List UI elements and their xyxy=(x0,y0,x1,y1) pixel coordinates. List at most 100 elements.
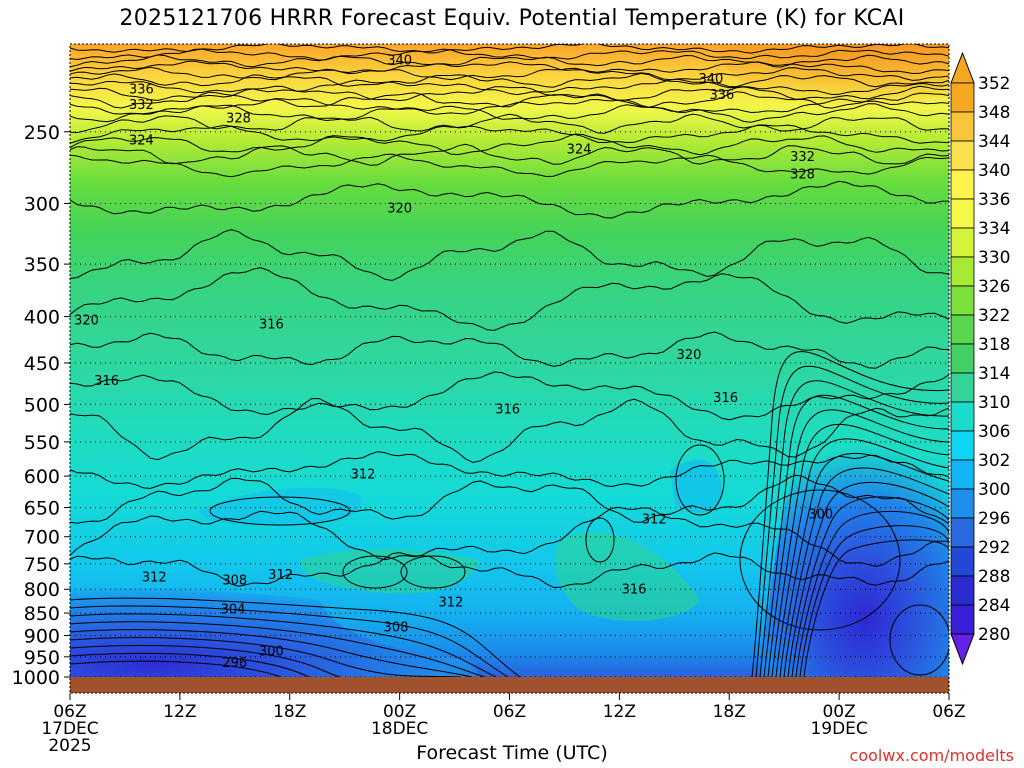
colorbar-swatch xyxy=(950,343,975,374)
colorbar-label: 344 xyxy=(978,132,1010,152)
colorbar-label: 300 xyxy=(978,480,1010,500)
contour-label: 304 xyxy=(221,602,246,617)
colorbar-swatch xyxy=(950,459,975,490)
colorbar-label: 326 xyxy=(978,277,1010,297)
x-tick-label: 19DEC xyxy=(810,719,867,739)
contour-label: 296 xyxy=(222,656,247,671)
contour-label: 332 xyxy=(790,150,815,165)
colorbar-swatch xyxy=(950,575,975,606)
contour-label: 316 xyxy=(259,317,284,332)
colorbar-label: 340 xyxy=(978,161,1010,181)
colorbar-swatch xyxy=(950,604,975,635)
contour-label: 328 xyxy=(790,168,815,183)
colorbar-label: 288 xyxy=(978,567,1010,587)
contour-label: 324 xyxy=(567,143,592,158)
colorbar-swatch xyxy=(950,314,975,345)
colorbar-swatch xyxy=(950,227,975,258)
y-tick-label: 550 xyxy=(24,432,60,454)
colorbar-label: 322 xyxy=(978,306,1010,326)
y-tick-label: 400 xyxy=(24,307,60,329)
contour-label: 312 xyxy=(268,568,293,583)
contour-label: 316 xyxy=(713,391,738,406)
x-tick-label: 06Z xyxy=(932,702,965,722)
contour-label: 300 xyxy=(259,645,284,660)
colorbar-swatch xyxy=(950,111,975,142)
contour-label: 316 xyxy=(94,374,119,389)
y-tick-label: 250 xyxy=(24,122,60,144)
colorbar-swatch xyxy=(950,140,975,171)
y-tick-label: 450 xyxy=(24,353,60,375)
contour-label: 300 xyxy=(808,508,833,523)
x-tick-label: 18Z xyxy=(713,702,746,722)
colorbar-label: 310 xyxy=(978,393,1010,413)
colorbar: 352 348 344 340 336 334 330 326 322 318 314 310 306 3… xyxy=(950,51,1010,666)
colorbar-swatch xyxy=(950,372,975,403)
x-tick-label: 12Z xyxy=(603,702,636,722)
chart: 340340336 336332328324324 332328320320 3163… xyxy=(12,43,1010,756)
contour-label: 340 xyxy=(699,72,724,87)
colorbar-label: 296 xyxy=(978,509,1010,529)
y-tick-label: 650 xyxy=(24,498,60,520)
colorbar-swatch xyxy=(950,169,975,200)
colorbar-label: 284 xyxy=(978,596,1010,616)
colorbar-label: 318 xyxy=(978,335,1010,355)
contour-label: 336 xyxy=(710,88,735,103)
colorbar-bottom-arrow xyxy=(950,633,975,666)
ground-bar xyxy=(70,677,949,693)
colorbar-swatch xyxy=(950,285,975,316)
contour-label: 312 xyxy=(142,571,167,586)
y-tick-label: 350 xyxy=(24,254,60,276)
y-tick-label: 850 xyxy=(24,603,60,625)
x-tick-label: 18Z xyxy=(273,702,306,722)
y-tick-label: 950 xyxy=(24,647,60,669)
colorbar-swatch xyxy=(950,198,975,229)
contour-label: 316 xyxy=(495,402,520,417)
y-tick-label: 1000 xyxy=(12,667,60,689)
colorbar-swatch xyxy=(950,517,975,548)
contour-label: 324 xyxy=(129,134,154,149)
y-tick-label: 500 xyxy=(24,394,60,416)
y-tick-label: 900 xyxy=(24,626,60,648)
contour-label: 312 xyxy=(351,467,376,482)
colorbar-label: 292 xyxy=(978,538,1010,558)
colorbar-label: 348 xyxy=(978,103,1010,123)
contour-label: 340 xyxy=(387,53,412,68)
y-axis: 2503003504004505005506006507007508008509… xyxy=(12,122,70,689)
contour-label: 328 xyxy=(226,111,251,126)
colorbar-label: 314 xyxy=(978,364,1010,384)
contour-label: 316 xyxy=(622,583,647,598)
contour-label: 332 xyxy=(129,98,154,113)
colorbar-label: 306 xyxy=(978,422,1010,442)
y-tick-label: 700 xyxy=(24,527,60,549)
field-layer: 340340336 336332328324324 332328320320 3163… xyxy=(70,44,949,677)
colorbar-swatch xyxy=(950,256,975,287)
contour-label: 336 xyxy=(129,83,154,98)
y-tick-label: 800 xyxy=(24,579,60,601)
y-tick-label: 600 xyxy=(24,466,60,488)
colorbar-label: 336 xyxy=(978,190,1010,210)
colorbar-top-arrow xyxy=(950,51,975,84)
x-tick-label: 18DEC xyxy=(371,719,428,739)
contour-label: 320 xyxy=(677,348,702,363)
colorbar-label: 352 xyxy=(978,74,1010,94)
contour-label: 308 xyxy=(384,621,409,636)
credit-link[interactable]: coolwx.com/modelts xyxy=(850,746,1014,765)
contour-label: 312 xyxy=(642,512,667,527)
colorbar-label: 330 xyxy=(978,248,1010,268)
y-tick-label: 750 xyxy=(24,554,60,576)
contour-label: 312 xyxy=(438,595,463,610)
colorbar-swatch xyxy=(950,488,975,519)
colorbar-swatch xyxy=(950,82,975,113)
colorbar-label: 280 xyxy=(978,625,1010,645)
contour-label: 320 xyxy=(74,314,99,329)
colorbar-swatch xyxy=(950,401,975,432)
y-tick-label: 300 xyxy=(24,193,60,215)
colorbar-label: 302 xyxy=(978,451,1010,471)
colorbar-swatch xyxy=(950,546,975,577)
colorbar-label: 334 xyxy=(978,219,1010,239)
contour-label: 320 xyxy=(387,201,412,216)
x-tick-label: 12Z xyxy=(163,702,196,722)
x-tick-label: 06Z xyxy=(493,702,526,722)
colorbar-swatch xyxy=(950,430,975,461)
contour-label: 308 xyxy=(222,573,247,588)
